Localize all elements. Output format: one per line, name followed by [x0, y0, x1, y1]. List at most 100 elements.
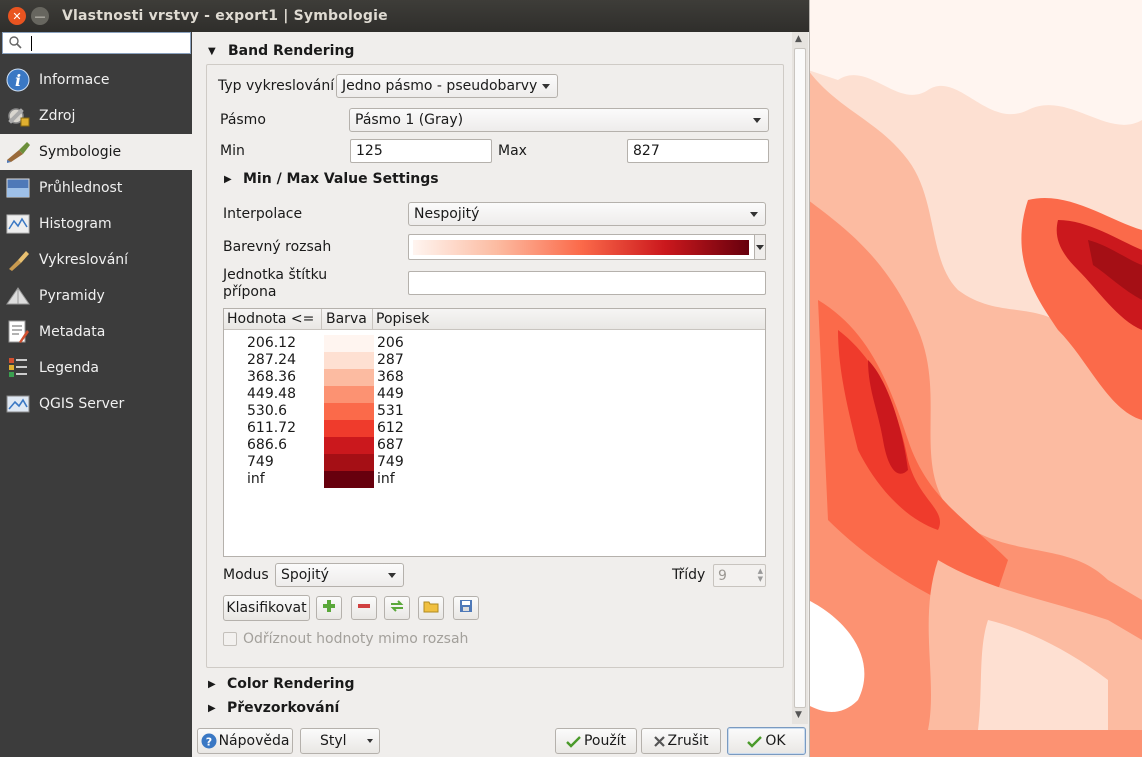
close-window-icon[interactable]: ✕ [8, 7, 26, 25]
class-label[interactable]: inf [377, 471, 395, 487]
resampling-header[interactable]: ▶ Převzorkování [208, 700, 339, 716]
remove-class-button[interactable] [351, 596, 377, 620]
class-color-swatch[interactable] [324, 420, 374, 437]
class-color-swatch[interactable] [324, 352, 374, 369]
save-colormap-button[interactable] [453, 596, 479, 620]
table-row[interactable]: 749 749 [224, 454, 765, 471]
class-value[interactable]: 686.6 [247, 437, 287, 453]
class-label[interactable]: 206 [377, 335, 404, 351]
class-color-swatch[interactable] [324, 471, 374, 488]
class-value[interactable]: 206.12 [247, 335, 296, 351]
load-colormap-button[interactable] [418, 596, 444, 620]
style-menu-button[interactable]: Styl [300, 728, 380, 754]
max-field[interactable]: 827 [627, 139, 769, 163]
checkmark-icon [747, 735, 763, 748]
color-ramp-gradient [413, 240, 749, 255]
interpolation-select[interactable]: Nespojitý [408, 202, 766, 226]
class-value[interactable]: inf [247, 471, 265, 487]
table-row[interactable]: inf inf [224, 471, 765, 488]
mode-value: Spojitý [281, 567, 329, 583]
band-rendering-title: Band Rendering [228, 43, 355, 59]
class-color-swatch[interactable] [324, 454, 374, 471]
band-select[interactable]: Pásmo 1 (Gray) [349, 108, 769, 132]
table-row[interactable]: 287.24 287 [224, 352, 765, 369]
reverse-colors-button[interactable] [384, 596, 410, 620]
sidebar-item-metadata[interactable]: Metadata [0, 314, 192, 350]
sidebar-item-histogram[interactable]: Histogram [0, 206, 192, 242]
vertical-scrollbar[interactable]: ▲ ▼ [792, 32, 808, 724]
column-header-color[interactable]: Barva [326, 311, 367, 327]
color-rendering-header[interactable]: ▶ Color Rendering [208, 676, 355, 692]
scroll-down-icon[interactable]: ▼ [795, 710, 802, 720]
minus-icon [357, 599, 371, 617]
class-value[interactable]: 611.72 [247, 420, 296, 436]
class-value[interactable]: 449.48 [247, 386, 296, 402]
render-type-select[interactable]: Jedno pásmo - pseudobarvy [336, 74, 558, 98]
render-type-label: Typ vykreslování [218, 78, 335, 94]
class-label[interactable]: 449 [377, 386, 404, 402]
class-label[interactable]: 287 [377, 352, 404, 368]
sidebar-item-informace[interactable]: i Informace [0, 62, 192, 98]
class-label[interactable]: 749 [377, 454, 404, 470]
table-row[interactable]: 449.48 449 [224, 386, 765, 403]
band-rendering-header[interactable]: ▼ Band Rendering [208, 43, 354, 59]
table-row[interactable]: 368.36 368 [224, 369, 765, 386]
sidebar-item-pyramidy[interactable]: Pyramidy [0, 278, 192, 314]
cancel-button[interactable]: Zrušit [641, 728, 721, 754]
class-label[interactable]: 368 [377, 369, 404, 385]
ok-button[interactable]: OK [727, 727, 806, 755]
sidebar-item-legenda[interactable]: Legenda [0, 350, 192, 386]
chevron-down-icon [756, 245, 764, 250]
raster-preview [808, 0, 1142, 757]
mode-select[interactable]: Spojitý [275, 563, 404, 587]
sidebar-item-symbologie[interactable]: Symbologie [0, 134, 192, 170]
classify-button[interactable]: Klasifikovat [223, 595, 310, 621]
sidebar-item-vykreslovani[interactable]: Vykreslování [0, 242, 192, 278]
column-header-value[interactable]: Hodnota <= [227, 311, 314, 327]
class-label[interactable]: 612 [377, 420, 404, 436]
table-row[interactable]: 206.12 206 [224, 335, 765, 352]
sidebar-item-qgis-server[interactable]: QGIS Server [0, 386, 192, 422]
class-value[interactable]: 368.36 [247, 369, 296, 385]
clip-out-of-range-checkbox[interactable] [223, 632, 237, 646]
histogram-icon [5, 211, 31, 237]
table-row[interactable]: 686.6 687 [224, 437, 765, 454]
scrollbar-thumb[interactable] [794, 48, 806, 708]
scroll-up-icon[interactable]: ▲ [795, 34, 802, 44]
add-class-button[interactable] [316, 596, 342, 620]
class-value[interactable]: 749 [247, 454, 274, 470]
min-field[interactable]: 125 [350, 139, 492, 163]
resampling-title: Převzorkování [227, 700, 340, 716]
table-row[interactable]: 530.6 531 [224, 403, 765, 420]
sidebar-item-pruhlednost[interactable]: Průhlednost [0, 170, 192, 206]
search-input[interactable] [2, 32, 191, 54]
classes-table[interactable]: Hodnota <= Barva Popisek 206.12 206 287.24… [223, 308, 766, 557]
minimize-window-icon[interactable]: — [31, 7, 49, 25]
apply-button[interactable]: Použít [555, 728, 637, 754]
help-label: Nápověda [218, 733, 290, 749]
class-color-swatch[interactable] [324, 335, 374, 352]
class-label[interactable]: 531 [377, 403, 404, 419]
class-label[interactable]: 687 [377, 437, 404, 453]
chevron-down-icon [542, 84, 550, 89]
info-icon: i [5, 67, 31, 93]
table-row[interactable]: 611.72 612 [224, 420, 765, 437]
minmax-settings-header[interactable]: ▶ Min / Max Value Settings [224, 171, 439, 187]
class-value[interactable]: 530.6 [247, 403, 287, 419]
class-color-swatch[interactable] [324, 369, 374, 386]
class-color-swatch[interactable] [324, 437, 374, 454]
chevron-down-icon [753, 118, 761, 123]
help-button[interactable]: ? Nápověda [197, 728, 293, 754]
band-value: Pásmo 1 (Gray) [355, 112, 464, 128]
title-bar: ✕ — Vlastnosti vrstvy - export1 | Symbol… [0, 0, 809, 32]
class-value[interactable]: 287.24 [247, 352, 296, 368]
class-color-swatch[interactable] [324, 386, 374, 403]
class-color-swatch[interactable] [324, 403, 374, 420]
color-ramp-button[interactable] [408, 234, 756, 260]
style-label: Styl [320, 733, 347, 749]
color-ramp-dropdown[interactable] [754, 234, 766, 260]
classes-spinbox: 9 ▲ ▼ [713, 564, 766, 587]
sidebar-item-zdroj[interactable]: Zdroj [0, 98, 192, 134]
unit-suffix-input[interactable] [408, 271, 766, 295]
column-header-label[interactable]: Popisek [376, 311, 429, 327]
